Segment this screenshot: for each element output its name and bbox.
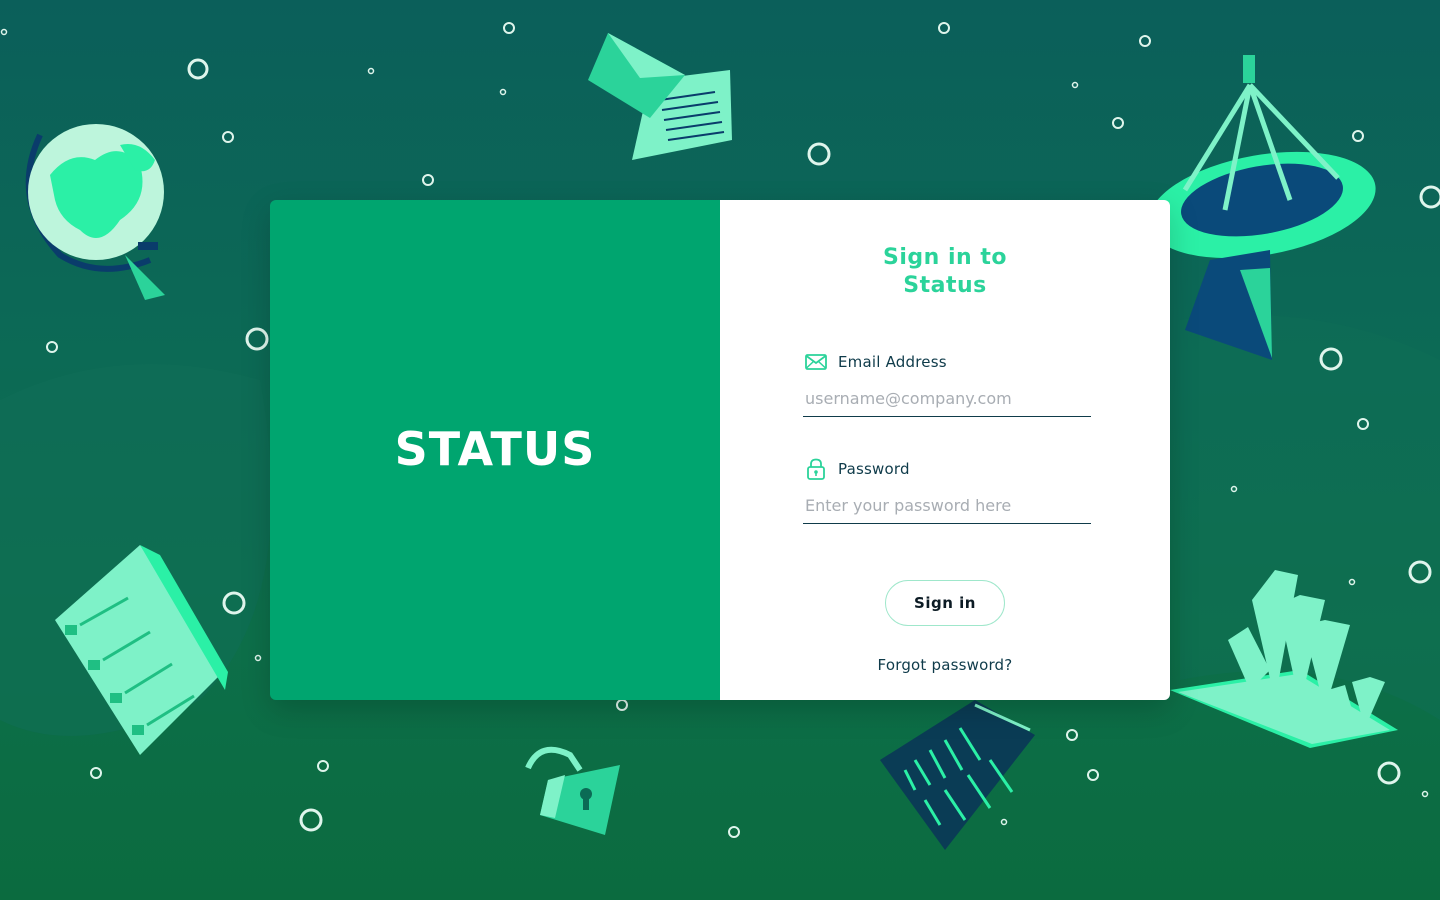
password-field-group: Password — [803, 457, 1091, 524]
code-screen-illustration — [880, 700, 1035, 850]
signin-title: Sign in to Status — [720, 244, 1170, 300]
forgot-password-link[interactable]: Forgot password? — [720, 656, 1170, 674]
satellite-dish-illustration — [1148, 55, 1376, 360]
email-label: Email Address — [838, 353, 947, 371]
status-logo: STATUS — [394, 422, 596, 476]
signin-button[interactable]: Sign in — [885, 580, 1005, 626]
email-input[interactable] — [803, 383, 1091, 417]
password-label: Password — [838, 460, 910, 478]
email-label-row: Email Address — [803, 350, 1091, 374]
password-input[interactable] — [803, 490, 1091, 524]
signin-title-line2: Status — [903, 273, 987, 298]
signin-form: Sign in to Status Email Address username… — [720, 200, 1170, 700]
padlock-illustration — [525, 746, 620, 835]
globe-illustration — [25, 124, 165, 300]
login-card: STATUS Sign in to Status Email Address u… — [270, 200, 1170, 700]
envelope-document-illustration — [588, 33, 732, 160]
envelope-icon — [805, 351, 827, 373]
signin-title-line1: Sign in to — [883, 245, 1007, 270]
padlock-icon — [805, 458, 827, 480]
email-field-group: Email Address — [803, 350, 1091, 417]
brand-panel: STATUS — [270, 200, 720, 700]
password-label-row: Password — [803, 457, 1091, 481]
